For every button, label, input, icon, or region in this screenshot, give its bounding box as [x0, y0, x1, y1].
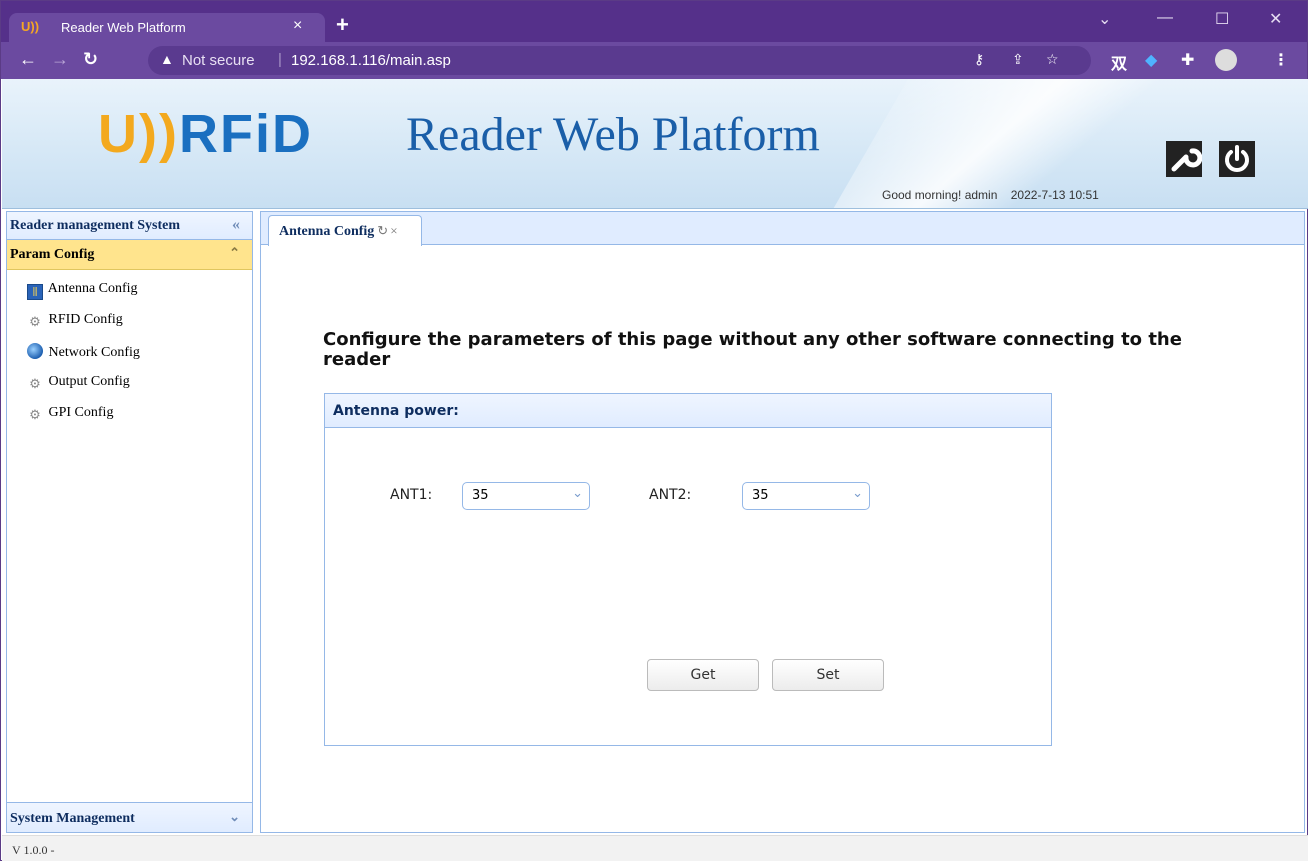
antenna-power-section: Antenna power: ANT1: 35 ⌄ ANT2: 35 ⌄ Get… [324, 393, 1052, 746]
tab-close-icon[interactable]: × [293, 17, 302, 35]
ant1-select[interactable]: 35 ⌄ [462, 482, 590, 510]
get-button[interactable]: Get [647, 659, 759, 691]
greeting-text: Good morning! admin [882, 188, 998, 202]
chevron-down-icon[interactable]: ⌄ [572, 486, 583, 501]
accordion-param-config[interactable]: Param Config ⌃ [7, 240, 252, 270]
sidebar-item-rfid-config[interactable]: ⚙ RFID Config [7, 306, 252, 337]
chevron-down-icon[interactable]: ⌄ [852, 486, 863, 501]
wrench-icon[interactable] [1166, 141, 1203, 177]
url-text[interactable]: 192.168.1.116/main.asp [291, 52, 451, 69]
profile-avatar[interactable] [1215, 49, 1237, 71]
globe-icon [27, 343, 43, 359]
address-bar[interactable]: ▲ Not secure | 192.168.1.116/main.asp ⚷ … [148, 46, 1091, 75]
chevron-up-icon[interactable]: ⌃ [229, 245, 240, 261]
gear-icon: ⚙ [29, 314, 41, 329]
tab-search-icon[interactable]: ⌄ [1098, 9, 1111, 29]
bookmark-star-icon[interactable]: ☆ [1046, 51, 1059, 68]
collapse-left-icon[interactable]: « [232, 216, 240, 234]
puzzle-icon[interactable]: ✚ [1181, 50, 1194, 70]
back-icon[interactable]: ← [19, 49, 37, 70]
browser-titlebar: U)) Reader Web Platform × + ⌄ — ☐ ✕ [1, 1, 1307, 43]
address-separator: | [278, 51, 282, 68]
reload-icon[interactable]: ↻ [83, 49, 98, 70]
accordion-system-management[interactable]: System Management ⌄ [7, 802, 252, 832]
key-icon[interactable]: ⚷ [974, 51, 984, 68]
param-config-menu: ⫼ Antenna Config ⚙ RFID Config Network C… [7, 270, 252, 430]
chevron-down-icon[interactable]: ⌄ [229, 809, 240, 825]
browser-tab[interactable]: U)) Reader Web Platform × [9, 13, 325, 43]
gear-icon: ⚙ [29, 407, 41, 422]
reload-tab-icon[interactable]: ↻ [377, 223, 388, 238]
share-icon[interactable]: ⇪ [1012, 51, 1024, 68]
section-title: Antenna power: [325, 394, 1051, 428]
rfid-logo: U))RFiD [98, 104, 313, 164]
sidebar-item-output-config[interactable]: ⚙ Output Config [7, 368, 252, 399]
tab-antenna-config[interactable]: Antenna Config ↻ × [268, 215, 422, 246]
power-icon[interactable] [1219, 141, 1255, 177]
sidebar-item-network-config[interactable]: Network Config [7, 337, 252, 368]
ant1-label: ANT1: [390, 487, 433, 503]
app-banner: U))RFiD Reader Web Platform Good morning… [2, 79, 1308, 209]
minimize-icon[interactable]: — [1157, 9, 1173, 27]
browser-window: U)) Reader Web Platform × + ⌄ — ☐ ✕ ← → … [0, 0, 1308, 861]
content-panel: Antenna Config ↻ × Configure the parameter… [260, 211, 1305, 833]
menu-kebab-icon[interactable]: ⋮ [1273, 50, 1289, 70]
close-tab-icon[interactable]: × [390, 223, 397, 238]
browser-tab-title: Reader Web Platform [61, 20, 186, 35]
set-button[interactable]: Set [772, 659, 884, 691]
content-tabs: Antenna Config ↻ × [261, 212, 1304, 246]
warning-icon[interactable]: ▲ [160, 51, 174, 67]
version-footer: V 1.0.0 - [2, 835, 1308, 861]
not-secure-label[interactable]: Not secure [182, 52, 255, 69]
page-headline: Configure the parameters of this page wi… [323, 329, 1182, 370]
gear-icon: ⚙ [29, 376, 41, 391]
close-window-icon[interactable]: ✕ [1269, 9, 1282, 29]
maximize-icon[interactable]: ☐ [1215, 9, 1229, 29]
sidebar-item-gpi-config[interactable]: ⚙ GPI Config [7, 399, 252, 430]
greeting: Good morning! admin 2022-7-13 10:51 [882, 188, 1109, 202]
new-tab-button[interactable]: + [336, 12, 349, 38]
translate-extension-icon[interactable]: 双 [1111, 50, 1127, 74]
favicon-icon: U)) [21, 19, 40, 34]
sidebar-item-antenna-config[interactable]: ⫼ Antenna Config [7, 275, 252, 306]
forward-icon[interactable]: → [51, 49, 69, 70]
extension-icon[interactable]: ◆ [1145, 50, 1157, 70]
sidebar: Reader management System « Param Config … [6, 211, 253, 833]
browser-toolbar: ← → ↻ ▲ Not secure | 192.168.1.116/main.… [1, 42, 1307, 79]
ant2-select[interactable]: 35 ⌄ [742, 482, 870, 510]
app-title: Reader Web Platform [406, 108, 820, 161]
antenna-icon: ⫼ [27, 284, 43, 300]
ant2-label: ANT2: [649, 487, 692, 503]
datetime-text: 2022-7-13 10:51 [1010, 188, 1099, 202]
sidebar-title: Reader management System « [7, 212, 252, 240]
